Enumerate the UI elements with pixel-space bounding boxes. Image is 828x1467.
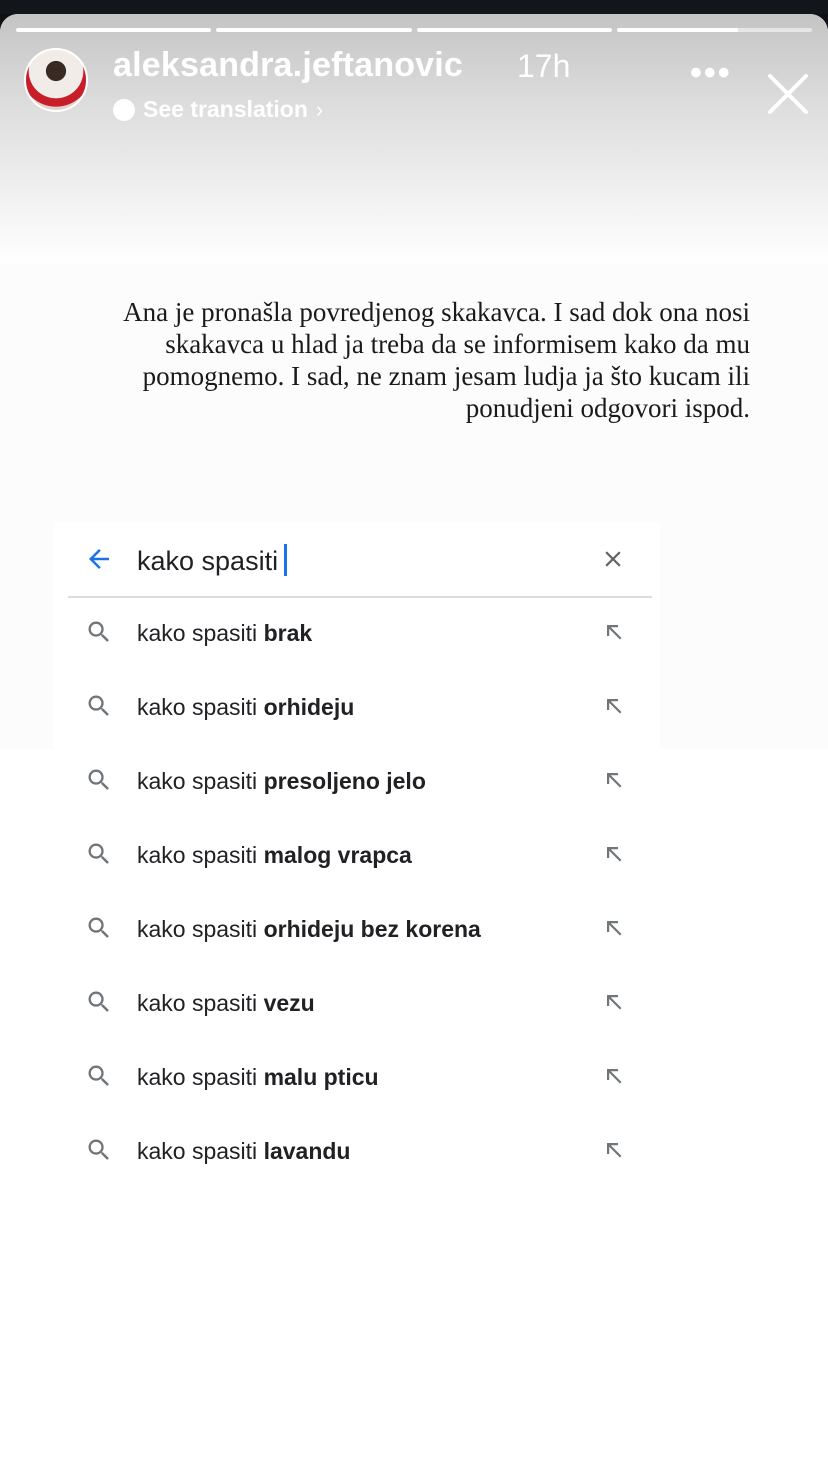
- chevron-right-icon: ›: [315, 96, 324, 122]
- progress-fill: [216, 28, 412, 32]
- suggestion-item[interactable]: kako spasiti vezu: [54, 968, 660, 1042]
- story-progress: [16, 28, 812, 32]
- see-translation-button[interactable]: See translation ›: [113, 96, 323, 123]
- search-query-text: kako spasiti: [137, 546, 279, 576]
- suggestion-item[interactable]: kako spasiti presoljeno jelo: [54, 746, 660, 820]
- more-horizontal-icon[interactable]: •••: [690, 56, 732, 90]
- progress-fill: [616, 28, 738, 32]
- close-icon[interactable]: [766, 72, 810, 116]
- arrow-left-icon[interactable]: [84, 544, 114, 574]
- suggestion-prefix: kako spasiti: [137, 1064, 258, 1090]
- suggestion-item[interactable]: kako spasiti orhideju bez korena: [54, 894, 660, 968]
- caption-line: skakavca u hlad ja treba da se informise…: [165, 329, 750, 359]
- suggestion-text: kako spasiti brak: [137, 620, 312, 647]
- suggestion-completion: malu pticu: [263, 1064, 379, 1090]
- suggestion-completion: orhideju bez korena: [263, 916, 481, 942]
- translate-icon: [113, 98, 135, 121]
- suggestion-completion: orhideju: [263, 694, 355, 720]
- search-icon: [88, 991, 109, 1012]
- progress-segment: [616, 28, 812, 32]
- arrow-up-left-icon[interactable]: [602, 1064, 626, 1088]
- arrow-up-left-icon[interactable]: [602, 768, 626, 792]
- search-icon: [88, 695, 109, 716]
- suggestion-completion: lavandu: [263, 1138, 351, 1164]
- arrow-up-left-icon[interactable]: [602, 990, 626, 1014]
- suggestion-prefix: kako spasiti: [137, 768, 258, 794]
- suggestion-text: kako spasiti orhideju: [137, 694, 354, 721]
- arrow-up-left-icon[interactable]: [602, 620, 626, 644]
- close-icon[interactable]: [600, 546, 626, 572]
- suggestion-text: kako spasiti vezu: [137, 990, 315, 1017]
- caption-line: Ana je pronašla povredjenog skakavca. I …: [123, 297, 750, 327]
- suggestion-list: kako spasiti brak kako spasiti orhideju ka…: [54, 598, 660, 1190]
- search-bar[interactable]: kako spasiti: [54, 522, 660, 598]
- suggestion-text: kako spasiti malu pticu: [137, 1064, 379, 1091]
- suggestion-text: kako spasiti lavandu: [137, 1138, 350, 1165]
- avatar[interactable]: [24, 48, 88, 112]
- suggestion-completion: presoljeno jelo: [263, 768, 426, 794]
- search-icon: [88, 1139, 109, 1160]
- arrow-up-left-icon[interactable]: [602, 916, 626, 940]
- search-icon: [88, 843, 109, 864]
- progress-segment: [416, 28, 612, 32]
- suggestion-prefix: kako spasiti: [137, 842, 258, 868]
- caption-line: ponudjeni odgovori ispod.: [465, 393, 750, 423]
- suggestion-completion: vezu: [263, 990, 315, 1016]
- suggestion-text: kako spasiti presoljeno jelo: [137, 768, 426, 795]
- suggestion-prefix: kako spasiti: [137, 916, 258, 942]
- search-screenshot: kako spasiti kako spasiti brak kako spasi…: [54, 522, 660, 1182]
- arrow-up-left-icon[interactable]: [602, 1138, 626, 1162]
- search-icon: [88, 917, 109, 938]
- suggestion-text: kako spasiti orhideju bez korena: [137, 916, 481, 943]
- suggestion-completion: brak: [263, 620, 313, 646]
- username[interactable]: aleksandra.jeftanovic: [113, 46, 463, 85]
- see-translation-label: See translation: [143, 96, 308, 122]
- suggestion-prefix: kako spasiti: [137, 1138, 258, 1164]
- text-cursor: [284, 544, 288, 576]
- post-time: 17h: [517, 48, 571, 84]
- progress-fill: [416, 28, 612, 32]
- search-input[interactable]: kako spasiti: [137, 544, 288, 577]
- progress-fill: [16, 28, 212, 32]
- suggestion-prefix: kako spasiti: [137, 694, 258, 720]
- suggestion-prefix: kako spasiti: [137, 990, 258, 1016]
- suggestion-prefix: kako spasiti: [137, 620, 258, 646]
- suggestion-item[interactable]: kako spasiti lavandu: [54, 1116, 660, 1190]
- story-caption: Ana je pronašla povredjenog skakavca. I …: [70, 296, 750, 424]
- search-icon: [88, 1065, 109, 1086]
- story-header: aleksandra.jeftanovic 17h See translatio…: [0, 44, 828, 124]
- story-viewer: aleksandra.jeftanovic 17h See translatio…: [0, 14, 828, 1467]
- suggestion-item[interactable]: kako spasiti brak: [54, 598, 660, 672]
- arrow-up-left-icon[interactable]: [602, 694, 626, 718]
- suggestion-text: kako spasiti malog vrapca: [137, 842, 412, 869]
- search-icon: [88, 769, 109, 790]
- progress-segment: [16, 28, 212, 32]
- search-icon: [88, 621, 109, 642]
- suggestion-item[interactable]: kako spasiti orhideju: [54, 672, 660, 746]
- status-bar: [0, 0, 828, 14]
- suggestion-completion: malog vrapca: [263, 842, 412, 868]
- suggestion-item[interactable]: kako spasiti malu pticu: [54, 1042, 660, 1116]
- arrow-up-left-icon[interactable]: [602, 842, 626, 866]
- caption-line: pomognemo. I sad, ne znam jesam ludja ja…: [142, 361, 750, 391]
- suggestion-item[interactable]: kako spasiti malog vrapca: [54, 820, 660, 894]
- progress-segment: [216, 28, 412, 32]
